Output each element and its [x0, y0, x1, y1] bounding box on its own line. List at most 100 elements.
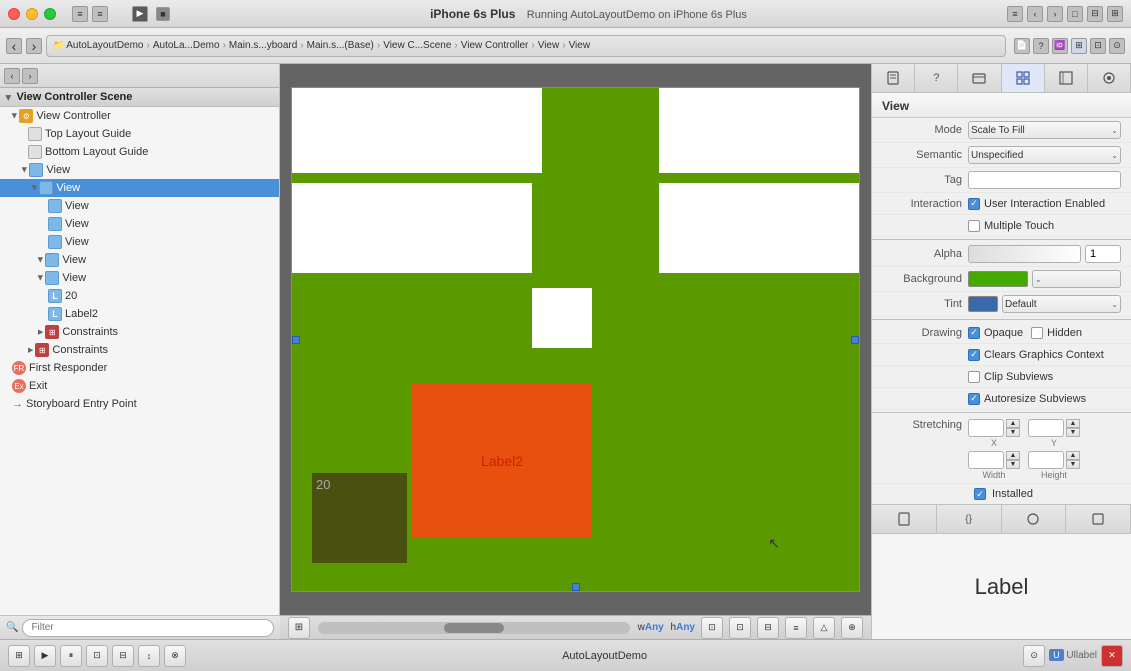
alpha-input[interactable]	[1085, 245, 1121, 263]
identity-tab[interactable]	[958, 64, 1001, 92]
bc-8[interactable]: View	[569, 40, 591, 51]
attributes-inspector-icon[interactable]: ⊞	[1071, 38, 1087, 54]
bc-4[interactable]: Main.s...(Base)	[307, 40, 374, 51]
connections-inspector-icon[interactable]: ⊙	[1109, 38, 1125, 54]
sidebar-item-view-4d[interactable]: ▶ View	[0, 251, 279, 269]
status-right-1[interactable]: ⊙	[1023, 645, 1045, 667]
status-btn-6[interactable]: ↕	[138, 645, 160, 667]
sidebar-item-fr[interactable]: FR First Responder	[0, 359, 279, 377]
autoresize-cb[interactable]: ✓	[968, 393, 980, 405]
status-btn-3[interactable]: ⏸	[60, 645, 82, 667]
split-v[interactable]: ⊞	[1107, 6, 1123, 22]
mode-select[interactable]: Scale To Fill ⌄	[968, 121, 1121, 139]
stretch-x-input[interactable]: 0	[968, 419, 1004, 437]
clip-subviews-cb[interactable]	[968, 371, 980, 383]
bc-1[interactable]: 📁 AutoLayoutDemo	[53, 40, 144, 51]
status-btn-5[interactable]: ⊟	[112, 645, 134, 667]
sidebar-item-view-4c[interactable]: View	[0, 233, 279, 251]
wany-btn[interactable]: ⊡	[701, 617, 723, 639]
sidebar-toggle-right[interactable]: ≡	[92, 6, 108, 22]
stretch-w-up[interactable]: ▲	[1006, 451, 1020, 460]
stretch-y-down[interactable]: ▼	[1066, 428, 1080, 437]
bc-5[interactable]: View C...Scene	[383, 40, 451, 51]
stretch-x-down[interactable]: ▼	[1006, 428, 1020, 437]
connections-tab[interactable]	[1088, 64, 1131, 92]
sidebar-item-exit[interactable]: Ex Exit	[0, 377, 279, 395]
resize-handle-left[interactable]	[292, 336, 300, 344]
stretch-y-up[interactable]: ▲	[1066, 419, 1080, 428]
tag-input[interactable]	[968, 171, 1121, 189]
size-inspector-icon[interactable]: ⊡	[1090, 38, 1106, 54]
layout-pin[interactable]: ⊟	[757, 617, 779, 639]
attributes-tab[interactable]	[1002, 64, 1045, 92]
fullscreen-button[interactable]	[44, 8, 56, 20]
ib-file-icon[interactable]	[872, 505, 937, 533]
status-btn-2[interactable]: ▶	[34, 645, 56, 667]
sidebar-item-constraints-3[interactable]: ▶ ⊞ Constraints	[0, 341, 279, 359]
status-btn-1[interactable]: ⊞	[8, 645, 30, 667]
window-mode[interactable]: □	[1067, 6, 1083, 22]
quick-help-tab[interactable]: ?	[915, 64, 958, 92]
size-tab[interactable]	[1045, 64, 1088, 92]
ib-circle-icon[interactable]	[1002, 505, 1067, 533]
nav-back[interactable]: ‹	[1027, 6, 1043, 22]
sidebar-item-entry[interactable]: → Storyboard Entry Point	[0, 395, 279, 413]
stretch-h-input[interactable]: 1	[1028, 451, 1064, 469]
sidebar-item-label2[interactable]: L Label2	[0, 305, 279, 323]
user-interaction-cb[interactable]: ✓	[968, 198, 980, 210]
back-btn[interactable]: ‹	[6, 38, 22, 54]
hidden-cb[interactable]	[1031, 327, 1043, 339]
tint-swatch[interactable]	[968, 296, 998, 312]
background-select[interactable]: ⌄	[1032, 270, 1121, 288]
canvas-scrollbar[interactable]	[318, 622, 630, 634]
filter-input[interactable]	[22, 619, 274, 637]
clears-graphics-cb[interactable]: ✓	[968, 349, 980, 361]
close-button[interactable]	[8, 8, 20, 20]
stretch-w-input[interactable]: 1	[968, 451, 1004, 469]
canvas-scroll[interactable]: Label2 20 ↖	[280, 64, 871, 615]
bc-6[interactable]: View Controller	[461, 40, 529, 51]
sidebar-item-top-guide[interactable]: Top Layout Guide	[0, 125, 279, 143]
file-inspector-tab[interactable]	[872, 64, 915, 92]
sidebar-item-view-3[interactable]: ▶ View	[0, 179, 279, 197]
minimize-button[interactable]	[26, 8, 38, 20]
status-right-2[interactable]: ✕	[1101, 645, 1123, 667]
status-btn-7[interactable]: ⊗	[164, 645, 186, 667]
quick-help-icon[interactable]: ?	[1033, 38, 1049, 54]
identity-inspector-icon[interactable]: 🆔	[1052, 38, 1068, 54]
stretch-x-up[interactable]: ▲	[1006, 419, 1020, 428]
alpha-slider[interactable]	[968, 245, 1081, 263]
sidebar-item-label-20[interactable]: L 20	[0, 287, 279, 305]
stretch-h-up[interactable]: ▲	[1066, 451, 1080, 460]
layout-issues[interactable]: △	[813, 617, 835, 639]
sidebar-item-view-4b[interactable]: View	[0, 215, 279, 233]
nav-forward[interactable]: ›	[1047, 6, 1063, 22]
run-button[interactable]: ▶	[132, 6, 148, 22]
bc-7[interactable]: View	[538, 40, 560, 51]
file-inspector-icon[interactable]: 📄	[1014, 38, 1030, 54]
hany-btn[interactable]: ⊡	[729, 617, 751, 639]
scheme-button[interactable]: ≡	[1007, 6, 1023, 22]
background-swatch[interactable]	[968, 271, 1028, 287]
stretch-w-down[interactable]: ▼	[1006, 460, 1020, 469]
opaque-cb[interactable]: ✓	[968, 327, 980, 339]
split-h[interactable]: ⊟	[1087, 6, 1103, 22]
zoom-fit-btn[interactable]: ⊞	[288, 617, 310, 639]
multiple-touch-cb[interactable]	[968, 220, 980, 232]
forward-btn[interactable]: ›	[26, 38, 42, 54]
semantic-select[interactable]: Unspecified ⌄	[968, 146, 1121, 164]
sidebar-toggle-left[interactable]: ≡	[72, 6, 88, 22]
status-btn-4[interactable]: ⊡	[86, 645, 108, 667]
stretch-y-input[interactable]: 0	[1028, 419, 1064, 437]
sidebar-item-view-4a[interactable]: View	[0, 197, 279, 215]
resize-handle-right[interactable]	[851, 336, 859, 344]
layout-align[interactable]: ≡	[785, 617, 807, 639]
sidebar-item-vc[interactable]: ▶ ⚙ View Controller	[0, 107, 279, 125]
sidebar-item-constraints-4[interactable]: ▶ ⊞ Constraints	[0, 323, 279, 341]
bc-3[interactable]: Main.s...yboard	[229, 40, 297, 51]
tint-select[interactable]: Default ⌄	[1002, 295, 1121, 313]
sidebar-item-bottom-guide[interactable]: Bottom Layout Guide	[0, 143, 279, 161]
stretch-h-down[interactable]: ▼	[1066, 460, 1080, 469]
ib-code-icon[interactable]: {}	[937, 505, 1002, 533]
ib-square-icon[interactable]	[1066, 505, 1131, 533]
